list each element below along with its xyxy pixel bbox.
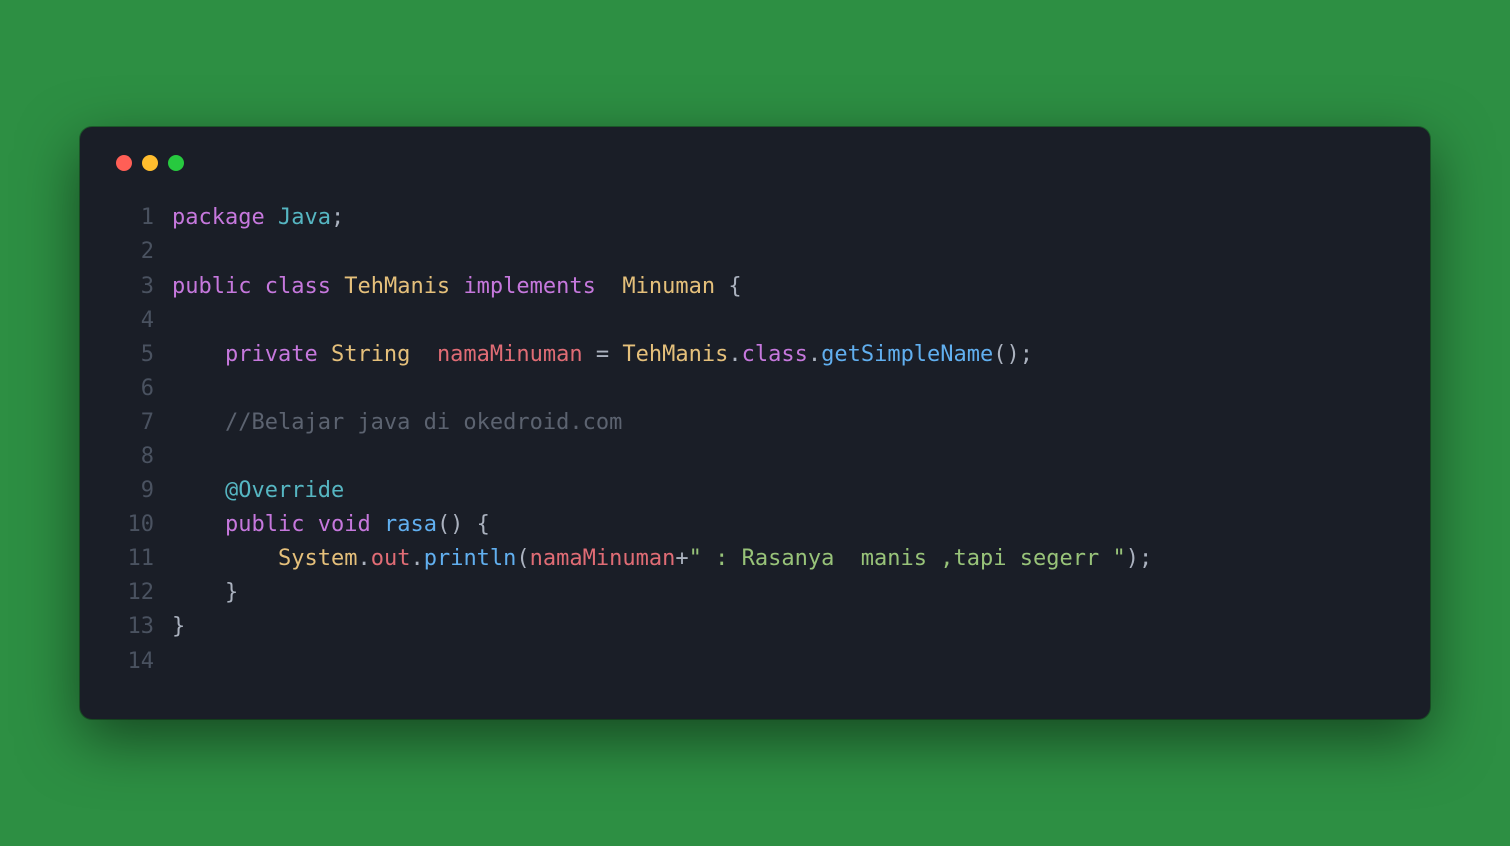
token-var: namaMinuman: [437, 342, 583, 367]
token-plain: [251, 274, 264, 299]
line-number: 6: [110, 372, 154, 406]
minimize-icon[interactable]: [142, 155, 158, 171]
token-str: " : Rasanya manis ,tapi segerr ": [689, 546, 1126, 571]
token-plain: [583, 342, 596, 367]
token-plain: [304, 512, 317, 537]
token-plain: [410, 342, 437, 367]
code-line: 9 @Override: [110, 474, 1400, 508]
token-type: TehManis: [344, 274, 450, 299]
token-method: getSimpleName: [821, 342, 993, 367]
token-kw: public: [172, 274, 251, 299]
token-plain: [172, 546, 278, 571]
line-number: 13: [110, 610, 154, 644]
token-punct: =: [596, 342, 609, 367]
token-plain: [715, 274, 728, 299]
token-punct: ();: [993, 342, 1033, 367]
token-plain: [609, 342, 622, 367]
token-kw: class: [742, 342, 808, 367]
line-number: 8: [110, 440, 154, 474]
token-punct: (: [516, 546, 529, 571]
token-punct: {: [728, 274, 741, 299]
code-line: 10 public void rasa() {: [110, 508, 1400, 542]
line-number: 7: [110, 406, 154, 440]
token-method: rasa: [384, 512, 437, 537]
line-number: 1: [110, 201, 154, 235]
token-punct: );: [1126, 546, 1153, 571]
token-comment: //Belajar java di okedroid.com: [225, 410, 622, 435]
line-number: 5: [110, 338, 154, 372]
line-number: 14: [110, 645, 154, 679]
token-type: System: [278, 546, 357, 571]
code-line: 8: [110, 440, 1400, 474]
token-plain: [172, 512, 225, 537]
token-punct: }: [172, 614, 185, 639]
token-plain: [371, 512, 384, 537]
line-number: 11: [110, 542, 154, 576]
token-punct: +: [675, 546, 688, 571]
line-content: package Java;: [172, 201, 344, 235]
line-content: private String namaMinuman = TehManis.cl…: [172, 338, 1033, 372]
line-number: 4: [110, 304, 154, 338]
line-number: 10: [110, 508, 154, 542]
token-punct: }: [225, 580, 238, 605]
token-kw: implements: [463, 274, 595, 299]
code-window: 1 package Java; 23 public class TehManis im…: [80, 127, 1430, 718]
token-plain: [331, 274, 344, 299]
token-type: String: [331, 342, 410, 367]
token-var: namaMinuman: [530, 546, 676, 571]
line-content: public class TehManis implements Minuman…: [172, 270, 742, 304]
token-dot-p: .: [728, 342, 741, 367]
code-line: 3 public class TehManis implements Minuma…: [110, 270, 1400, 304]
token-ident: Java: [278, 205, 331, 230]
token-dot-p: .: [410, 546, 423, 571]
code-line: 6: [110, 372, 1400, 406]
token-plain: [172, 478, 225, 503]
line-number: 3: [110, 270, 154, 304]
line-content: @Override: [172, 474, 344, 508]
close-icon[interactable]: [116, 155, 132, 171]
code-line: 14: [110, 645, 1400, 679]
token-plain: [172, 342, 225, 367]
token-punct: ;: [331, 205, 344, 230]
token-kw: package: [172, 205, 265, 230]
code-line: 1 package Java;: [110, 201, 1400, 235]
token-type: Minuman: [622, 274, 715, 299]
line-content: }: [172, 610, 185, 644]
zoom-icon[interactable]: [168, 155, 184, 171]
code-line: 4: [110, 304, 1400, 338]
line-number: 2: [110, 235, 154, 269]
token-dot-p: .: [808, 342, 821, 367]
line-number: 9: [110, 474, 154, 508]
code-line: 12 }: [110, 576, 1400, 610]
token-kw: public: [225, 512, 304, 537]
line-number: 12: [110, 576, 154, 610]
code-line: 7 //Belajar java di okedroid.com: [110, 406, 1400, 440]
token-kw: private: [225, 342, 318, 367]
token-plain: [450, 274, 463, 299]
token-type: TehManis: [622, 342, 728, 367]
token-punct: () {: [437, 512, 490, 537]
token-plain: [172, 580, 225, 605]
line-content: //Belajar java di okedroid.com: [172, 406, 622, 440]
token-plain: [596, 274, 623, 299]
token-dot-p: .: [357, 546, 370, 571]
line-content: }: [172, 576, 238, 610]
code-line: 2: [110, 235, 1400, 269]
code-editor[interactable]: 1 package Java; 23 public class TehManis im…: [110, 201, 1400, 678]
line-content: System.out.println(namaMinuman+" : Rasan…: [172, 542, 1152, 576]
token-var: out: [371, 546, 411, 571]
code-line: 13}: [110, 610, 1400, 644]
token-plain: [172, 410, 225, 435]
window-titlebar: [110, 155, 1400, 171]
token-kw: void: [318, 512, 371, 537]
token-plain: [318, 342, 331, 367]
code-line: 11 System.out.println(namaMinuman+" : Ra…: [110, 542, 1400, 576]
token-plain: [265, 205, 278, 230]
token-kw: class: [265, 274, 331, 299]
code-line: 5 private String namaMinuman = TehManis.…: [110, 338, 1400, 372]
token-anno: @Override: [225, 478, 344, 503]
line-content: public void rasa() {: [172, 508, 490, 542]
token-method: println: [424, 546, 517, 571]
